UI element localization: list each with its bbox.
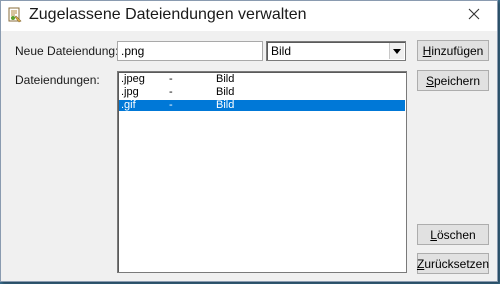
add-button-mnemonic: H xyxy=(422,43,432,58)
file-type-select-value: Bild xyxy=(271,44,292,58)
list-item-type: Bild xyxy=(216,73,235,85)
new-extension-input[interactable] xyxy=(117,41,263,61)
list-item-separator: - xyxy=(169,73,173,85)
delete-button-rest: öschen xyxy=(436,227,476,242)
extensions-label: Dateiendungen: xyxy=(15,73,100,87)
list-item-separator: - xyxy=(169,99,173,111)
window-title: Zugelassene Dateiendungen verwalten xyxy=(29,6,307,23)
app-document-icon xyxy=(7,7,23,23)
close-button[interactable] xyxy=(451,1,497,31)
add-button-rest: inzufügen xyxy=(431,43,484,58)
chevron-down-icon[interactable] xyxy=(389,43,404,59)
list-item-selected[interactable]: .gif - Bild xyxy=(119,100,405,111)
reset-button[interactable]: Zurücksetzen xyxy=(417,253,489,274)
list-item-type: Bild xyxy=(216,99,235,111)
list-item-type: Bild xyxy=(216,86,235,98)
list-item-extension: .jpg xyxy=(121,86,139,98)
list-item-separator: - xyxy=(169,86,173,98)
delete-button-mnemonic: L xyxy=(430,227,437,242)
title-bar: Zugelassene Dateiendungen verwalten xyxy=(1,1,497,31)
extensions-listbox[interactable]: .jpeg - Bild .jpg - Bild .gif - Bild xyxy=(117,71,407,273)
list-item[interactable]: .jpeg - Bild xyxy=(119,74,405,85)
add-button[interactable]: Hinzufügen xyxy=(417,40,489,61)
list-item-extension: .jpeg xyxy=(121,73,145,85)
close-icon xyxy=(468,7,480,25)
file-type-select[interactable]: Bild xyxy=(266,41,406,61)
save-button[interactable]: Speichern xyxy=(417,70,489,91)
delete-button[interactable]: Löschen xyxy=(417,224,489,245)
new-extension-label: Neue Dateiendung: xyxy=(15,44,119,58)
list-item[interactable]: .jpg - Bild xyxy=(119,87,405,98)
save-button-mnemonic: S xyxy=(425,73,434,88)
save-button-rest: peichern xyxy=(433,73,481,88)
reset-button-rest: urücksetzen xyxy=(424,256,490,271)
reset-button-mnemonic: Z xyxy=(416,256,425,271)
list-item-extension: .gif xyxy=(121,99,136,111)
dialog-window: Zugelassene Dateiendungen verwalten Neue… xyxy=(0,0,498,282)
